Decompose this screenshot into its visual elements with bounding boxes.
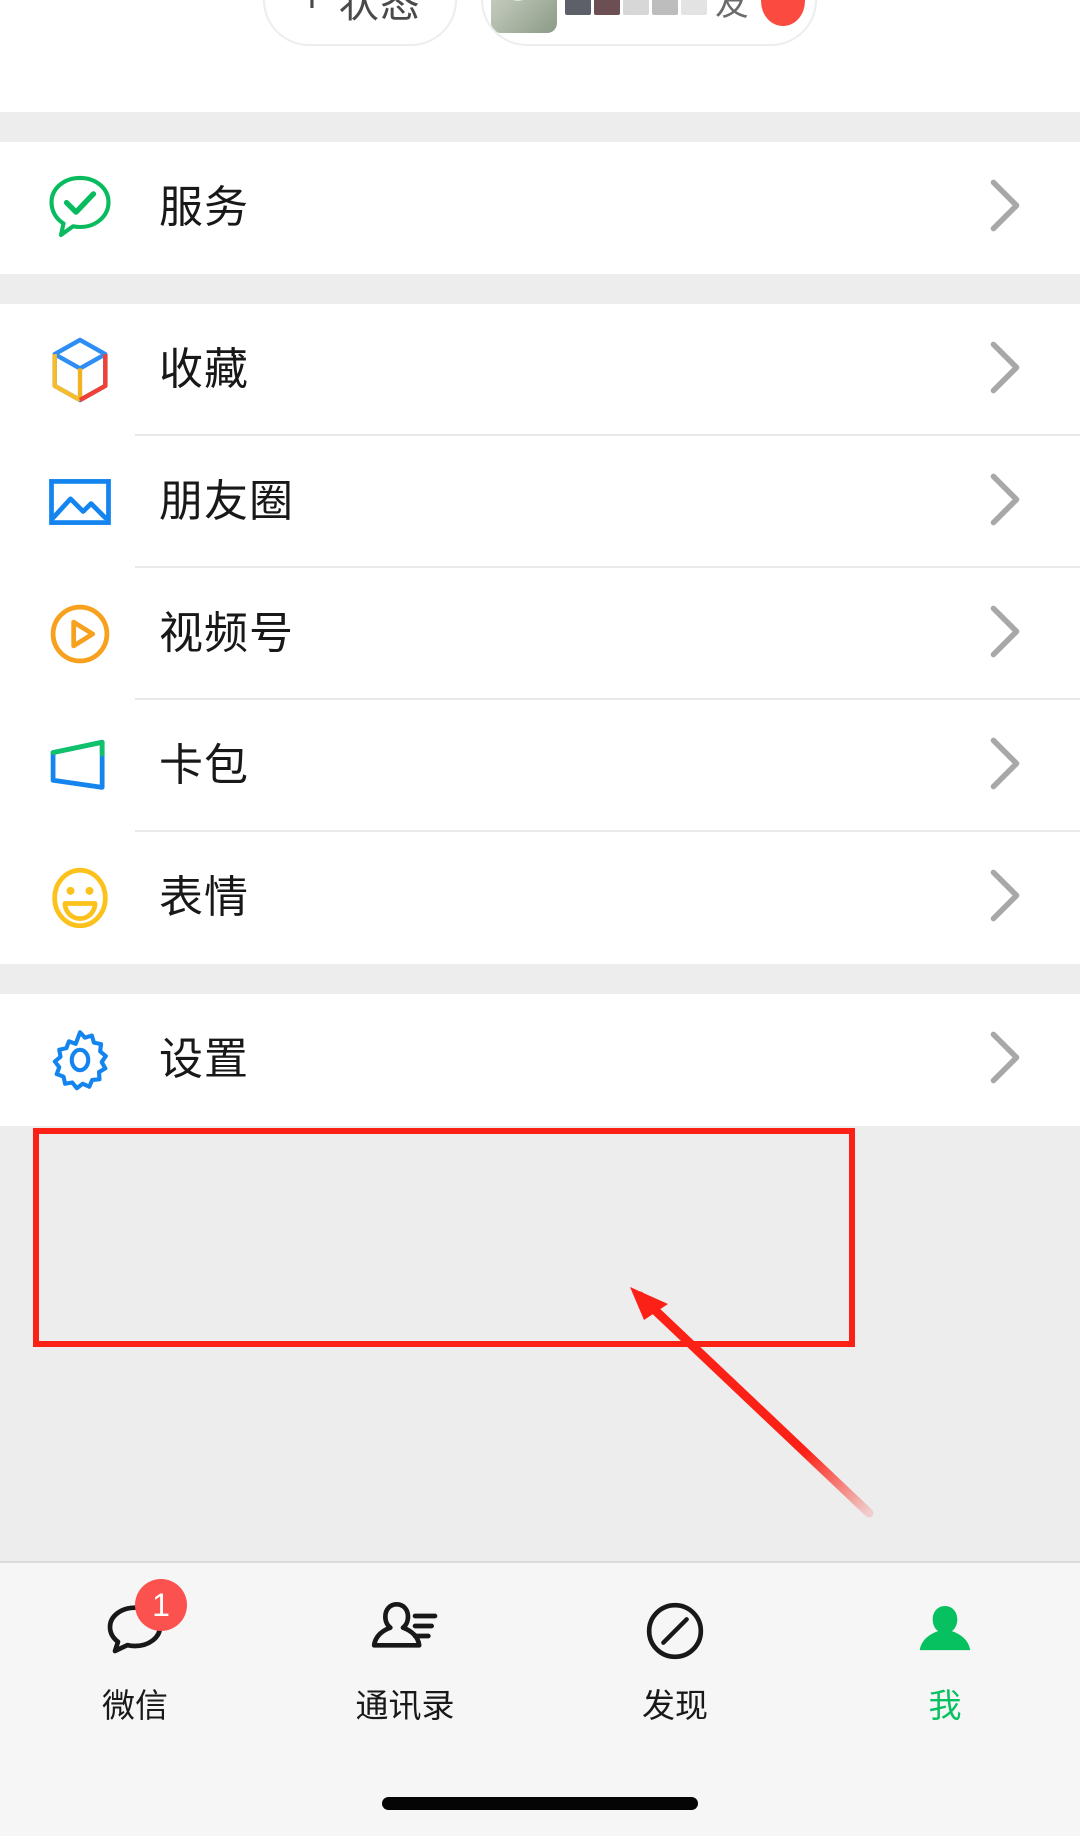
plus-icon: + bbox=[299, 0, 325, 20]
settings-gear-icon bbox=[38, 1018, 122, 1102]
section-gap-1 bbox=[0, 112, 1080, 142]
home-indicator bbox=[382, 1797, 698, 1810]
tab-label: 通讯录 bbox=[355, 1687, 455, 1724]
menu-row-label: 朋友圈 bbox=[159, 477, 294, 526]
section-gap-3 bbox=[0, 964, 1080, 994]
services-checkmark-icon bbox=[38, 166, 122, 250]
blurred-name-placeholder bbox=[564, 0, 707, 33]
friend-status-text: 友 bbox=[714, 0, 749, 23]
menu-row-label: 收藏 bbox=[159, 345, 249, 394]
tab-contacts[interactable]: 通讯录 bbox=[270, 1563, 540, 1763]
unread-badge: 1 bbox=[135, 1579, 187, 1631]
status-pill-row: + 状态 友 bbox=[0, 0, 1080, 46]
tab-wechat[interactable]: 1 微信 bbox=[0, 1563, 270, 1763]
contacts-person-list-icon bbox=[363, 1589, 447, 1673]
menu-row-moments[interactable]: 朋友圈 bbox=[0, 436, 1080, 568]
channels-play-circle-icon bbox=[38, 592, 122, 676]
menu-row-channels[interactable]: 视频号 bbox=[0, 568, 1080, 700]
chevron-right-icon bbox=[988, 340, 1022, 401]
tab-label: 微信 bbox=[102, 1687, 168, 1724]
status-pill-label: 状态 bbox=[338, 0, 421, 26]
page-bottom-filler bbox=[0, 1126, 1080, 1561]
bottom-tab-bar: 1 微信 通讯录 发现 我 bbox=[0, 1561, 1080, 1836]
menu-row-favorites[interactable]: 收藏 bbox=[0, 304, 1080, 436]
tab-me[interactable]: 我 bbox=[810, 1563, 1080, 1763]
favorites-cube-icon bbox=[38, 328, 122, 412]
chevron-right-icon bbox=[988, 472, 1022, 533]
menu-row-label: 卡包 bbox=[159, 741, 249, 790]
menu-row-label: 服务 bbox=[159, 183, 249, 232]
top-status-pill-area: + 状态 友 bbox=[0, 0, 1080, 112]
services-group: 服务 bbox=[0, 142, 1080, 274]
menu-row-label: 表情 bbox=[159, 873, 249, 922]
cards-wallet-icon bbox=[38, 724, 122, 808]
menu-row-cards[interactable]: 卡包 bbox=[0, 700, 1080, 832]
discover-compass-icon bbox=[633, 1589, 717, 1673]
tab-discover[interactable]: 发现 bbox=[540, 1563, 810, 1763]
stickers-smiley-icon bbox=[38, 856, 122, 940]
tab-label: 我 bbox=[928, 1687, 962, 1724]
chevron-right-icon bbox=[988, 178, 1022, 239]
tab-label: 发现 bbox=[642, 1687, 708, 1724]
chat-bubble-icon: 1 bbox=[93, 1579, 187, 1673]
chevron-right-icon bbox=[988, 604, 1022, 665]
avatar bbox=[490, 0, 557, 33]
chevron-right-icon bbox=[988, 868, 1022, 929]
settings-group: 设置 bbox=[0, 994, 1080, 1126]
menu-row-label: 视频号 bbox=[159, 609, 294, 658]
menu-row-settings[interactable]: 设置 bbox=[0, 994, 1080, 1126]
chevron-right-icon bbox=[988, 1030, 1022, 1091]
content-group: 收藏 朋友圈 视频号 卡包 表情 bbox=[0, 304, 1080, 964]
friend-status-pill[interactable]: 友 bbox=[480, 0, 817, 46]
menu-row-stickers[interactable]: 表情 bbox=[0, 832, 1080, 964]
status-pill-button[interactable]: + 状态 bbox=[263, 0, 457, 46]
moments-photo-icon bbox=[38, 460, 122, 544]
menu-row-label: 设置 bbox=[159, 1035, 249, 1084]
section-gap-2 bbox=[0, 274, 1080, 304]
status-red-dot-icon bbox=[760, 0, 805, 26]
chevron-right-icon bbox=[988, 736, 1022, 797]
me-person-filled-icon bbox=[903, 1589, 987, 1673]
menu-row-services[interactable]: 服务 bbox=[0, 142, 1080, 274]
